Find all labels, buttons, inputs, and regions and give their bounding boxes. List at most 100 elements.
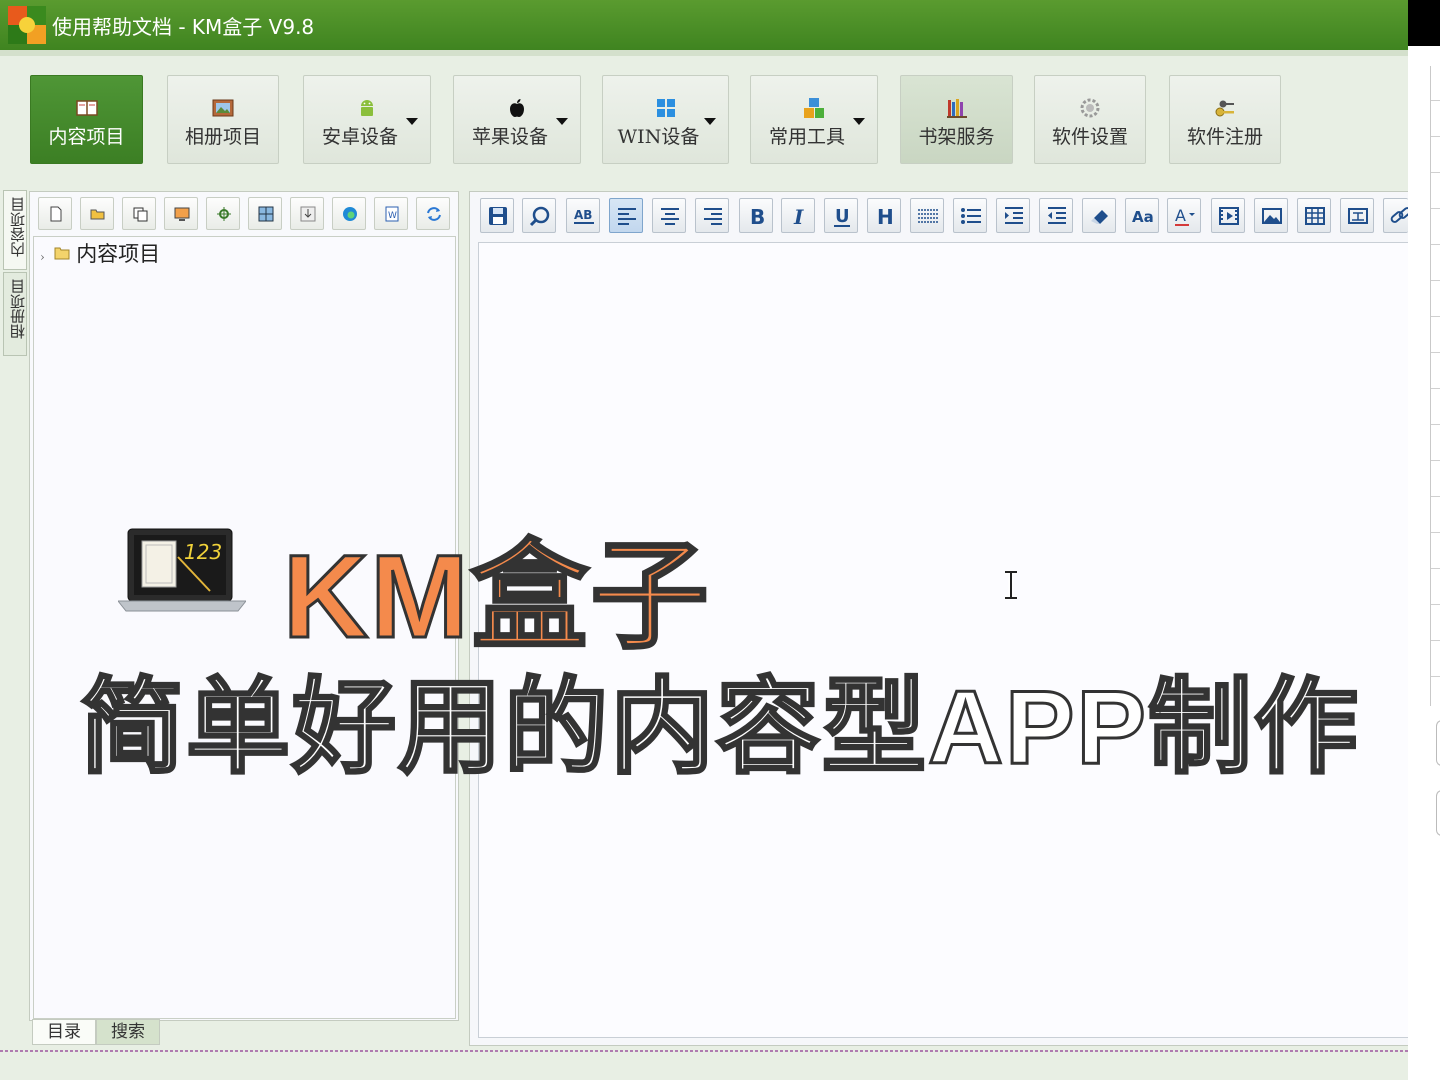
browser-button[interactable]	[332, 197, 366, 230]
grid-icon	[258, 206, 274, 222]
heading-icon: H	[877, 205, 894, 228]
outdent-button[interactable]	[1039, 198, 1073, 233]
font-size-icon: Aa	[1132, 208, 1154, 226]
insert-video-button[interactable]	[1211, 198, 1245, 233]
side-tab-label: 内容项目	[9, 197, 27, 257]
textbox-icon	[1348, 208, 1368, 224]
tree-root-node[interactable]: › 内容项目	[40, 238, 160, 268]
target-button[interactable]	[206, 197, 240, 230]
keys-icon	[1215, 100, 1234, 117]
find-button[interactable]	[522, 198, 556, 233]
indent-button[interactable]	[996, 198, 1030, 233]
dropdown-arrow-icon[interactable]	[853, 118, 865, 125]
search-icon	[529, 206, 550, 227]
copy-button[interactable]	[122, 197, 156, 230]
side-tab-label: 相册项目	[9, 279, 27, 339]
tab-catalog[interactable]: 目录	[32, 1019, 96, 1045]
side-tab-album-project[interactable]: 相册项目	[3, 272, 27, 356]
ribbon-android-device-button[interactable]: 安卓设备	[303, 75, 431, 164]
insert-image-button[interactable]	[1254, 198, 1288, 233]
android-icon	[361, 100, 373, 116]
svg-text:U: U	[835, 206, 850, 227]
spell-check-icon: AB	[574, 208, 594, 224]
svg-text:I: I	[793, 205, 804, 228]
ribbon-win-device-button[interactable]: WIN设备	[602, 75, 729, 164]
new-file-button[interactable]	[38, 197, 72, 230]
side-tab-content-project[interactable]: 内容项目	[3, 190, 27, 270]
windows-icon	[656, 99, 675, 117]
video-icon	[1219, 207, 1239, 225]
align-left-button[interactable]	[609, 198, 643, 233]
download-button[interactable]	[290, 197, 324, 230]
ribbon-button-label: 苹果设备	[471, 126, 548, 148]
grid-button[interactable]	[248, 197, 282, 230]
title-bar: 使用帮助文档 - KM盒子 V9.8	[0, 0, 1408, 50]
heading-button[interactable]: H	[867, 198, 901, 233]
ribbon-album-project-button[interactable]: 相册项目	[167, 75, 279, 164]
insert-link-button[interactable]	[1383, 198, 1412, 233]
dropdown-arrow-icon[interactable]	[556, 118, 568, 125]
dropdown-arrow-icon[interactable]	[406, 118, 418, 125]
align-right-icon	[704, 208, 722, 225]
tree-root-label: 内容项目	[76, 242, 161, 266]
bullet-list-button[interactable]	[953, 198, 987, 233]
font-color-button[interactable]: A	[1167, 198, 1201, 233]
ribbon-software-register-button[interactable]: 软件注册	[1169, 75, 1281, 164]
horizontal-rule-icon	[918, 209, 938, 223]
ribbon-content-project-button[interactable]: 内容项目	[30, 75, 143, 164]
outdent-icon	[1048, 207, 1066, 224]
insert-table-button[interactable]	[1297, 198, 1331, 233]
tab-label: 搜索	[111, 1022, 145, 1042]
dropdown-arrow-icon[interactable]	[704, 118, 716, 125]
book-icon	[75, 100, 98, 116]
underline-button[interactable]: U	[824, 198, 858, 233]
apple-icon	[510, 99, 524, 117]
laptop-number: 123	[184, 540, 222, 564]
adjacent-window-control	[1436, 720, 1440, 766]
italic-button[interactable]: I	[781, 198, 815, 233]
word-export-button[interactable]: W	[374, 197, 408, 230]
indent-icon	[1005, 207, 1023, 224]
word-doc-icon: W	[385, 206, 399, 222]
tab-search[interactable]: 搜索	[96, 1019, 160, 1045]
font-color-icon: A	[1175, 206, 1195, 226]
font-size-button[interactable]: Aa	[1125, 198, 1159, 233]
eraser-icon	[1091, 210, 1108, 224]
adjacent-window-grid	[1430, 66, 1440, 706]
refresh-button[interactable]	[416, 197, 450, 230]
ribbon-common-tools-button[interactable]: 常用工具	[750, 75, 878, 164]
ribbon-bookshelf-service-button[interactable]: 书架服务	[900, 75, 1013, 164]
laptop-icon: 123	[118, 528, 246, 612]
underline-icon: U	[834, 206, 850, 227]
ribbon-apple-device-button[interactable]: 苹果设备	[453, 75, 581, 164]
open-folder-button[interactable]	[80, 197, 114, 230]
bold-button[interactable]: B	[739, 198, 773, 233]
crosshair-icon	[217, 207, 231, 221]
format-painter-button[interactable]	[1082, 198, 1116, 233]
ribbon-button-label: 相册项目	[184, 126, 261, 148]
bookshelf-icon	[946, 99, 967, 118]
expand-arrow-icon[interactable]: ›	[40, 250, 45, 264]
download-icon	[300, 206, 316, 222]
gear-icon	[1080, 98, 1100, 118]
screen-edge	[1408, 0, 1440, 46]
insert-textbox-button[interactable]	[1340, 198, 1374, 233]
preview-button[interactable]	[164, 197, 198, 230]
bullet-list-icon	[961, 208, 981, 224]
horizontal-rule-button[interactable]	[910, 198, 944, 233]
align-right-button[interactable]	[695, 198, 729, 233]
svg-text:H: H	[877, 205, 894, 228]
svg-text:Aa: Aa	[1132, 208, 1154, 226]
save-button[interactable]	[480, 198, 514, 233]
promo-subtitle: 简单好用的内容型APP制作	[79, 669, 1360, 788]
ribbon-button-label: 软件注册	[1186, 126, 1263, 148]
align-center-button[interactable]	[652, 198, 686, 233]
spell-check-button[interactable]: AB	[566, 198, 600, 233]
ribbon-top-border	[0, 50, 1408, 56]
text-cursor-icon	[1005, 570, 1017, 600]
svg-text:B: B	[750, 205, 765, 228]
app-logo-icon	[8, 6, 46, 44]
ribbon-software-settings-button[interactable]: 软件设置	[1034, 75, 1146, 164]
folder-icon	[54, 247, 69, 260]
edge-browser-icon	[343, 207, 357, 221]
